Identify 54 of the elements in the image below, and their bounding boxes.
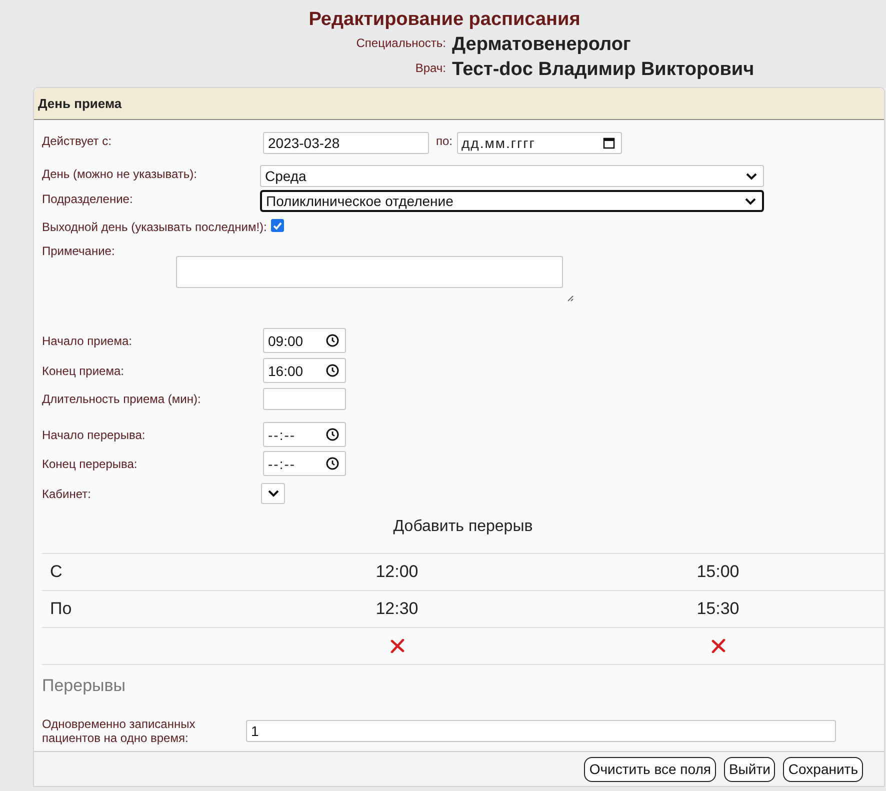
- time-field[interactable]: 16:00: [263, 358, 346, 383]
- doctor-value: Тест-doc Владимир Викторович: [452, 59, 754, 81]
- table-cell-text: По: [49, 599, 72, 619]
- chevron-icon: [268, 490, 278, 497]
- field-label: Кабинет:: [42, 486, 92, 501]
- chevron-icon: [745, 198, 756, 204]
- action-button[interactable]: Выйти: [724, 756, 776, 782]
- field-label: Конец приема:: [42, 363, 125, 378]
- field-label: Действует с:: [42, 133, 112, 148]
- field-label: Одновременно записанных пациентов на одно время:: [42, 717, 196, 745]
- clock-icon: [326, 457, 339, 470]
- checkbox[interactable]: [270, 219, 284, 232]
- count-field[interactable]: 1: [246, 720, 836, 742]
- field-label: Подразделение:: [42, 191, 134, 206]
- clock-icon: [326, 364, 339, 377]
- table-cell-text: С: [49, 562, 62, 582]
- date-field[interactable]: 2023-03-28: [263, 132, 429, 154]
- delete-icon[interactable]: [710, 639, 726, 653]
- time-field[interactable]: --:--: [263, 451, 346, 476]
- table-cell: 15:30: [696, 599, 740, 619]
- time-field[interactable]: 09:00: [263, 328, 346, 353]
- cabinet-select[interactable]: [261, 483, 285, 504]
- table-cell: 12:30: [376, 599, 418, 619]
- page-title: Редактирование расписания: [308, 9, 580, 31]
- select-field[interactable]: Поликлиническое отделение: [260, 190, 764, 212]
- panel-title: День приема: [34, 88, 884, 120]
- time-field[interactable]: --:--: [263, 422, 346, 447]
- field-label: Выходной день (указывать последним!):: [42, 219, 267, 234]
- doctor-label: Врач:: [414, 60, 446, 75]
- action-button[interactable]: Очистить все поля: [584, 756, 716, 782]
- specialty-label: Специальность:: [355, 35, 446, 50]
- table-cell: 15:00: [696, 562, 740, 582]
- clock-icon: [326, 428, 339, 441]
- select-field[interactable]: Среда: [260, 165, 764, 187]
- calendar-icon: [602, 137, 615, 149]
- field-label: Длительность приема (мин):: [42, 391, 202, 406]
- table-cell: 12:00: [376, 562, 418, 582]
- duration-field[interactable]: [263, 388, 346, 410]
- field-label: Примечание:: [42, 243, 116, 258]
- field-label: День (можно не указывать):: [42, 166, 198, 181]
- field-label: Начало перерыва:: [42, 427, 146, 442]
- add-break-link[interactable]: Добавить перерыв: [393, 518, 533, 540]
- specialty-value: Дерматовенеролог: [452, 34, 631, 56]
- action-button[interactable]: Сохранить: [783, 756, 863, 782]
- delete-icon[interactable]: [390, 639, 404, 653]
- clock-icon: [326, 334, 339, 347]
- date-field[interactable]: дд.мм.гггг: [456, 132, 622, 154]
- breaks-heading: Перерывы: [42, 676, 127, 696]
- chevron-icon: [746, 172, 757, 180]
- resize-handle-icon[interactable]: [567, 295, 574, 302]
- note-field[interactable]: [176, 256, 563, 288]
- field-label: Конец перерыва:: [42, 456, 138, 471]
- field-label: Начало приема:: [42, 333, 133, 348]
- field-label: по:: [436, 133, 453, 148]
